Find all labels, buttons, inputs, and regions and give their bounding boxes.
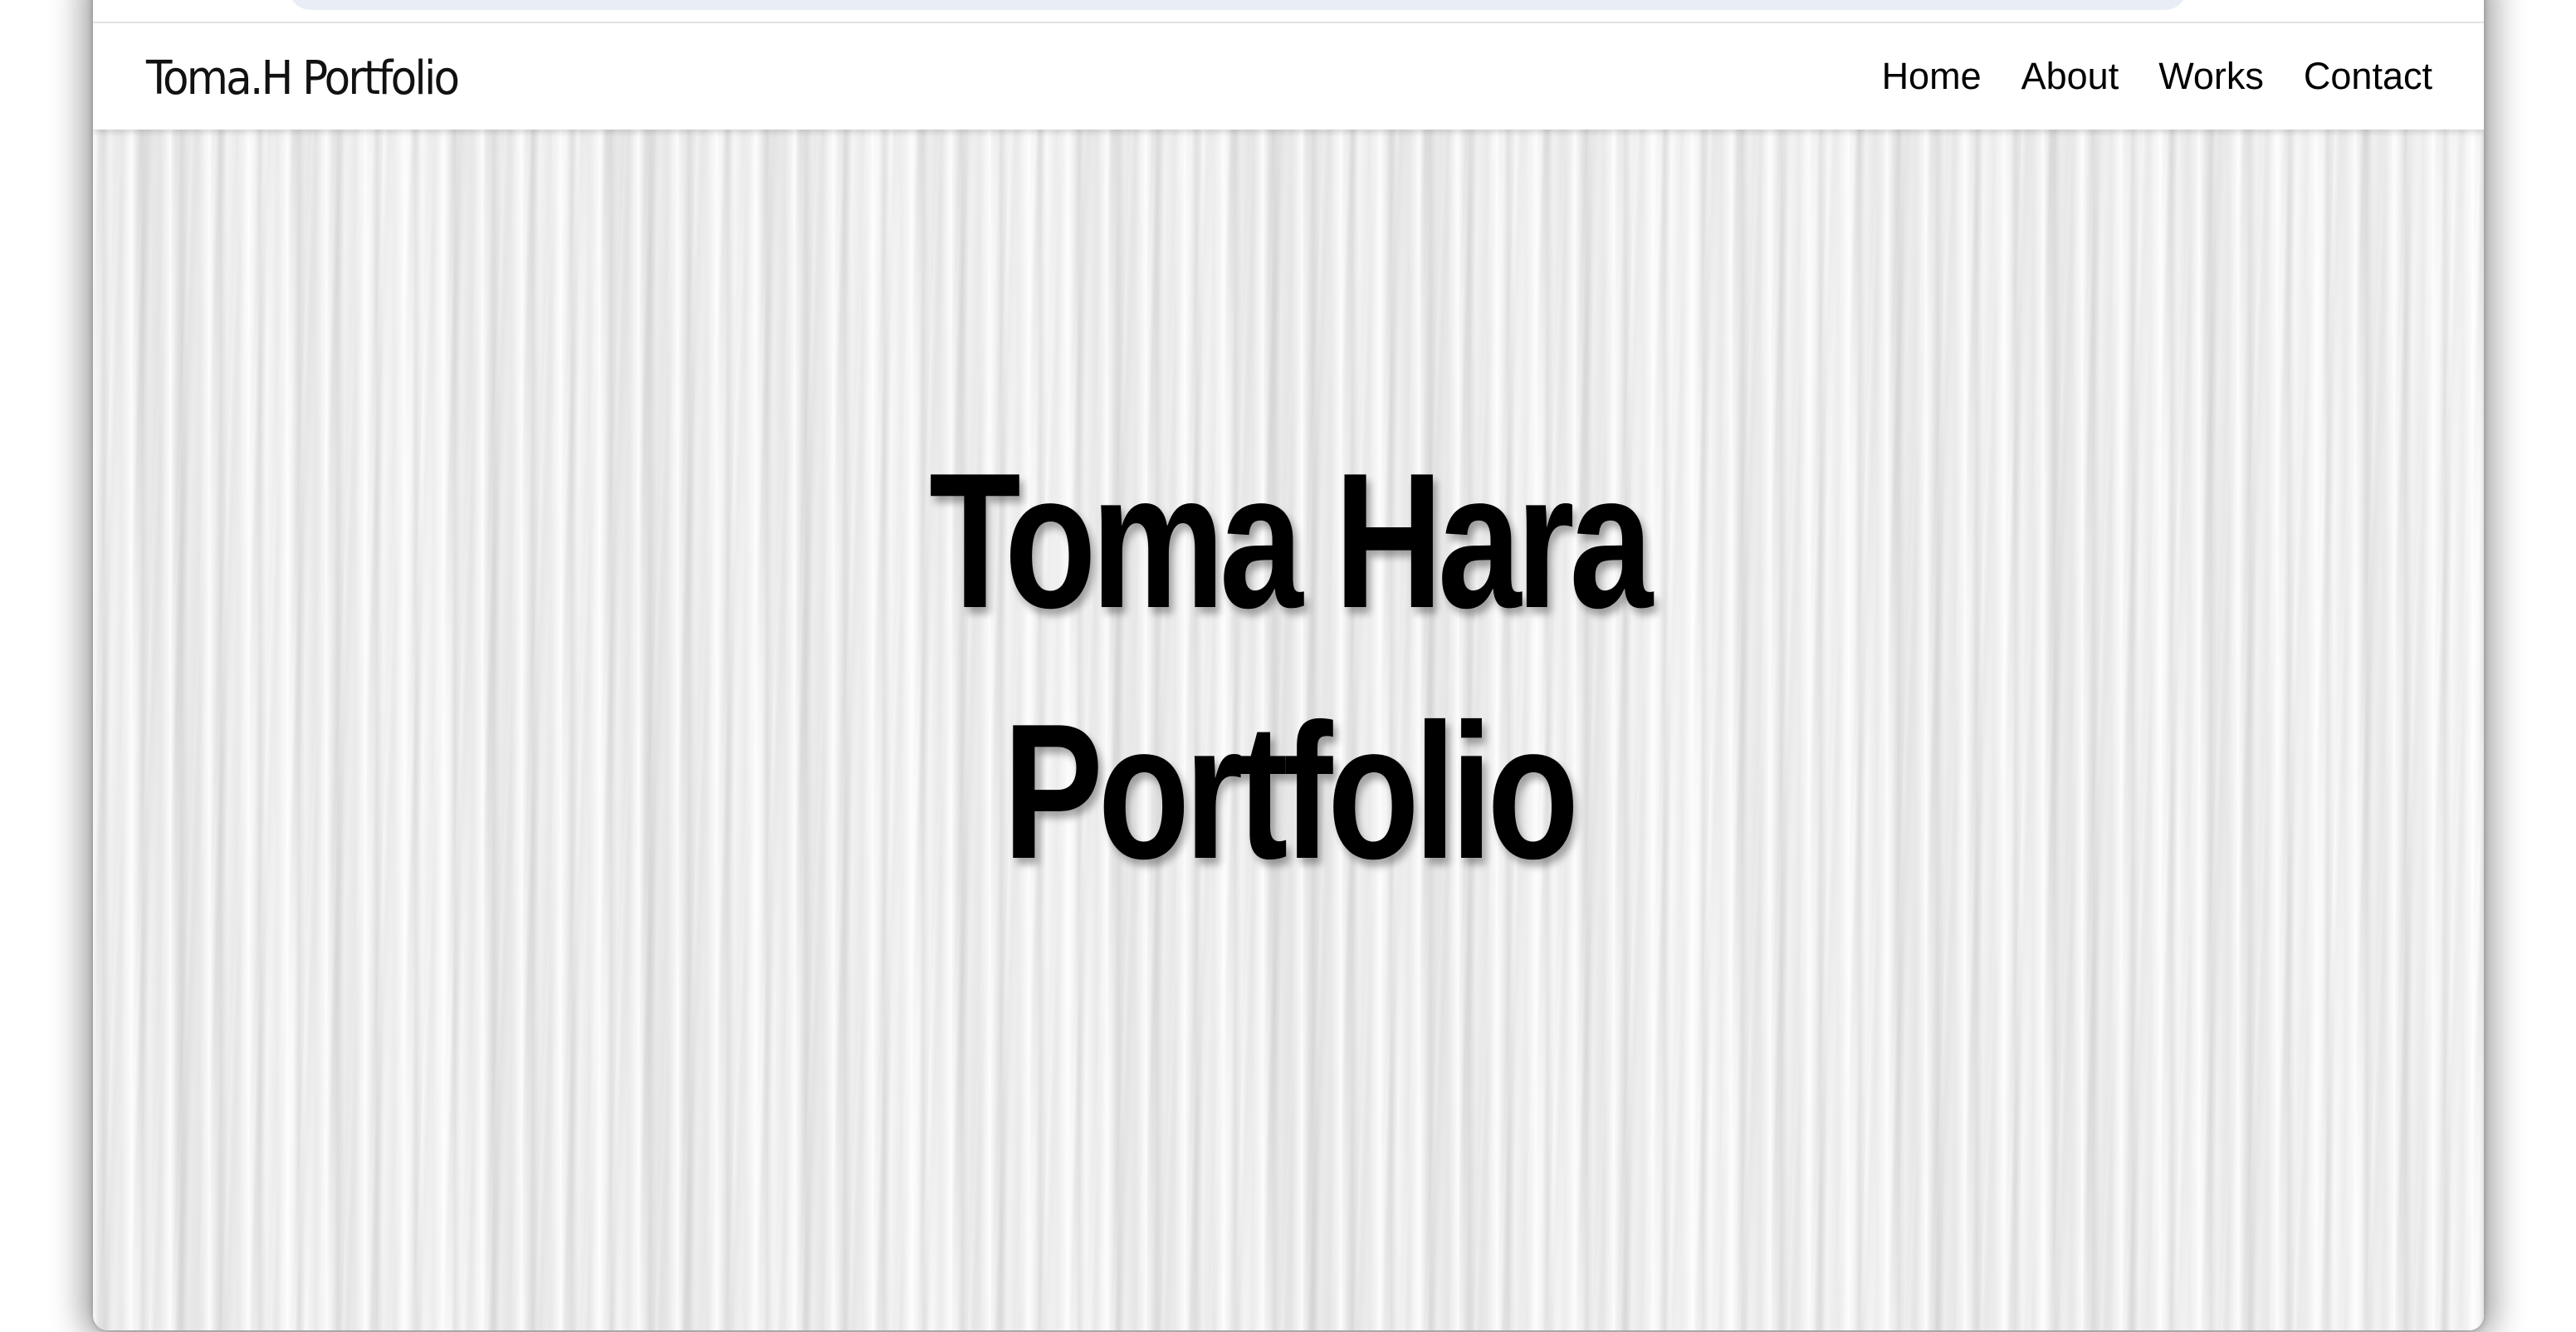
nav-works-link[interactable]: Works [2158, 55, 2264, 98]
hero-title-line-2: Portfolio [1003, 684, 1579, 899]
main-nav: Home About Works Contact [1882, 55, 2432, 98]
site-header: Toma.H Portfolio Home About Works Contac… [93, 23, 2484, 130]
hero-section: Toma Hara Portfolio [93, 130, 2484, 1330]
screen: Toma.H Portfolio Home About Works Contac… [0, 0, 2576, 1332]
address-bar[interactable] [289, 0, 2187, 10]
nav-home-link[interactable]: Home [1882, 55, 1982, 98]
hero-title-line-1: Toma Hara [929, 433, 1653, 649]
site-logo[interactable]: Toma.H Portfolio [146, 51, 460, 105]
nav-about-link[interactable]: About [2021, 55, 2119, 98]
browser-toolbar [93, 0, 2484, 23]
browser-window: Toma.H Portfolio Home About Works Contac… [93, 0, 2484, 1330]
nav-contact-link[interactable]: Contact [2304, 55, 2432, 98]
